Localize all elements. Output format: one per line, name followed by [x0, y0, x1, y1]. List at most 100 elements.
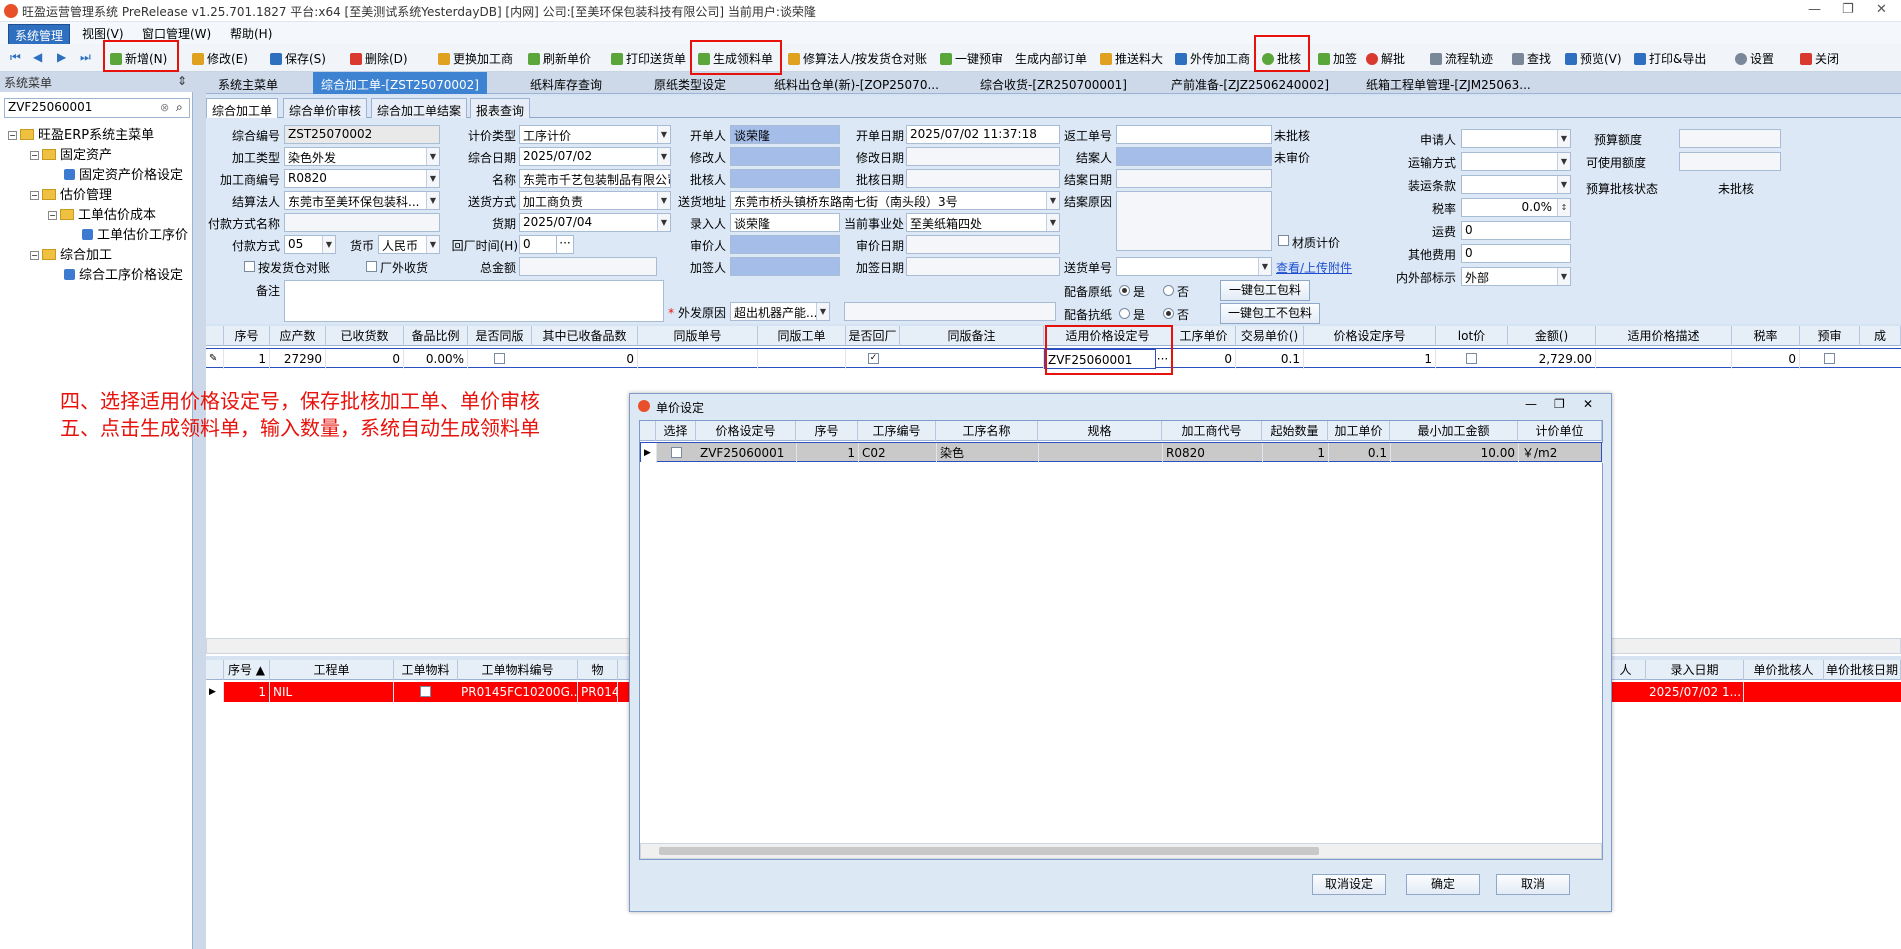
save-button[interactable]: 保存(S): [270, 50, 326, 67]
approver-field[interactable]: [730, 169, 840, 188]
chevron-down-icon[interactable]: ▼: [426, 236, 439, 253]
collapse-icon[interactable]: −: [48, 211, 57, 220]
tree-item-fixed-asset-price[interactable]: 固定资产价格设定: [64, 164, 183, 183]
return-checkbox[interactable]: ✓: [868, 353, 879, 364]
cell[interactable]: 2025/07/02 1...: [1646, 682, 1744, 702]
work-material-checkbox[interactable]: [420, 686, 431, 697]
remark-textarea[interactable]: [284, 280, 664, 322]
entry-field[interactable]: 谈荣隆: [730, 213, 840, 232]
chevron-down-icon[interactable]: ▼: [1258, 258, 1271, 275]
recalc-legal-button[interactable]: 修算法人/按发货仓对账: [788, 50, 927, 67]
column-header[interactable]: 选择: [656, 421, 696, 441]
transport-select[interactable]: ▼: [1461, 152, 1571, 171]
cell[interactable]: 0: [326, 349, 404, 369]
column-header[interactable]: 工单物料: [394, 660, 458, 680]
cell[interactable]: 1: [224, 682, 270, 702]
cell[interactable]: ￥/m2: [1519, 443, 1603, 463]
cell[interactable]: 0: [1732, 349, 1800, 369]
tree-item-work-cost[interactable]: − 工单估价成本: [48, 204, 156, 223]
total-field[interactable]: [519, 257, 657, 276]
cancel-button[interactable]: 取消: [1496, 874, 1570, 895]
edit-button[interactable]: 修改(E): [192, 50, 248, 67]
tab-paper-out[interactable]: 纸料出仓单(新)-[ZOP25070...: [774, 76, 939, 93]
maximize-button[interactable]: ❐: [1842, 2, 1854, 17]
workflow-button[interactable]: 流程轨迹: [1430, 50, 1493, 67]
chevron-down-icon[interactable]: ▼: [426, 148, 439, 165]
find-button[interactable]: 查找: [1512, 50, 1551, 67]
payment-name-field[interactable]: [284, 213, 440, 232]
chevron-down-icon[interactable]: ▼: [1046, 214, 1059, 231]
column-header[interactable]: 备品比例: [404, 326, 468, 346]
column-header[interactable]: 是否同版: [468, 326, 532, 346]
cell[interactable]: C02: [859, 443, 937, 463]
tab-receiving[interactable]: 综合收货-[ZR250700001]: [980, 76, 1127, 93]
collapse-icon[interactable]: −: [30, 251, 39, 260]
column-header[interactable]: 工序单价: [1172, 326, 1236, 346]
scrollbar-thumb[interactable]: [659, 847, 1319, 855]
cell[interactable]: 染色: [937, 443, 1039, 463]
name-field[interactable]: 东莞市千艺包装制品有限公司: [519, 169, 671, 188]
chevron-down-icon[interactable]: ▼: [657, 126, 670, 143]
other-fee-field[interactable]: 0: [1461, 244, 1571, 263]
outsource-reason-extra[interactable]: [844, 302, 1056, 321]
payment-select[interactable]: 05 ▼: [284, 235, 336, 254]
column-header[interactable]: 成: [1860, 326, 1901, 346]
column-header[interactable]: 最小加工金额: [1390, 421, 1518, 441]
clear-search-icon[interactable]: ⊗: [160, 101, 169, 114]
cell[interactable]: 10.00: [1391, 443, 1519, 463]
cell[interactable]: 27290: [270, 349, 326, 369]
column-header[interactable]: 序号 ▲: [224, 660, 270, 680]
last-record-icon[interactable]: ⏭: [80, 50, 91, 65]
delivery-no-select[interactable]: ▼: [1116, 257, 1272, 276]
chevron-down-icon[interactable]: ▼: [1557, 130, 1570, 147]
same-version-checkbox[interactable]: [494, 353, 505, 364]
tree-item-work-price[interactable]: 工单估价工序价: [82, 224, 188, 243]
minimize-icon[interactable]: —: [1525, 397, 1537, 411]
select-checkbox[interactable]: [671, 447, 682, 458]
cell[interactable]: [900, 349, 1044, 369]
first-record-icon[interactable]: ⏮: [10, 50, 21, 65]
material-pricing-checkbox[interactable]: [1278, 235, 1289, 246]
spinner-icon[interactable]: ↕: [1557, 199, 1570, 216]
collapse-icon[interactable]: −: [30, 151, 39, 160]
due-date-field[interactable]: 2025/07/04 ▼: [519, 213, 671, 232]
countersigner-field[interactable]: [730, 257, 840, 276]
full-package-button[interactable]: 一键包工包料: [1220, 280, 1310, 301]
one-click-review-button[interactable]: 一键预审: [940, 50, 1003, 67]
currency-select[interactable]: 人民币 ▼: [378, 235, 440, 254]
tree-item-combined-price[interactable]: 综合工序价格设定: [64, 264, 183, 283]
countersign-button[interactable]: 加签: [1318, 50, 1357, 67]
countersign-date-field[interactable]: [906, 257, 1060, 276]
cell[interactable]: [1039, 443, 1163, 463]
cell[interactable]: 0.1: [1236, 349, 1304, 369]
delivery-address-select[interactable]: 东莞市桥头镇桥东路南七街（南头段）3号 ▼: [730, 191, 1060, 210]
column-header[interactable]: 录入日期: [1646, 660, 1744, 680]
close-date-field[interactable]: [1116, 169, 1272, 188]
minimize-button[interactable]: —: [1808, 2, 1821, 17]
chevron-down-icon[interactable]: ▼: [322, 236, 335, 253]
column-header[interactable]: 其中已收备品数: [532, 326, 638, 346]
column-header[interactable]: 起始数量: [1262, 421, 1328, 441]
chevron-down-icon[interactable]: ▼: [1557, 268, 1570, 285]
refresh-price-button[interactable]: 刷新单价: [528, 50, 591, 67]
subtab-report[interactable]: 报表查询: [470, 98, 531, 118]
ellipsis-button[interactable]: ···: [556, 235, 574, 254]
next-record-icon[interactable]: ▶: [57, 50, 66, 64]
pre-review-checkbox[interactable]: [1824, 353, 1835, 364]
cell[interactable]: PR0145FC10200G...: [458, 682, 578, 702]
base-paper-no-radio[interactable]: [1163, 285, 1174, 296]
chevron-down-icon[interactable]: ▼: [426, 170, 439, 187]
maximize-icon[interactable]: ❐: [1554, 397, 1565, 411]
price-reviewer-field[interactable]: [730, 235, 840, 254]
cell[interactable]: 2,729.00: [1508, 349, 1596, 369]
cell[interactable]: 0.1: [1329, 443, 1391, 463]
tax-rate-field[interactable]: 0.0% ↕: [1461, 198, 1571, 217]
modify-date-field[interactable]: [906, 147, 1060, 166]
preview-button[interactable]: 预览(V): [1565, 50, 1622, 67]
column-header[interactable]: 同版工单: [758, 326, 846, 346]
cell[interactable]: 1: [1263, 443, 1329, 463]
attachment-link[interactable]: 查看/上传附件: [1276, 259, 1352, 276]
pin-icon[interactable]: ⇕: [177, 74, 187, 88]
business-unit-select[interactable]: 至美纸箱四处 ▼: [906, 213, 1060, 232]
tree-item-fixed-assets[interactable]: − 固定资产: [30, 144, 112, 163]
